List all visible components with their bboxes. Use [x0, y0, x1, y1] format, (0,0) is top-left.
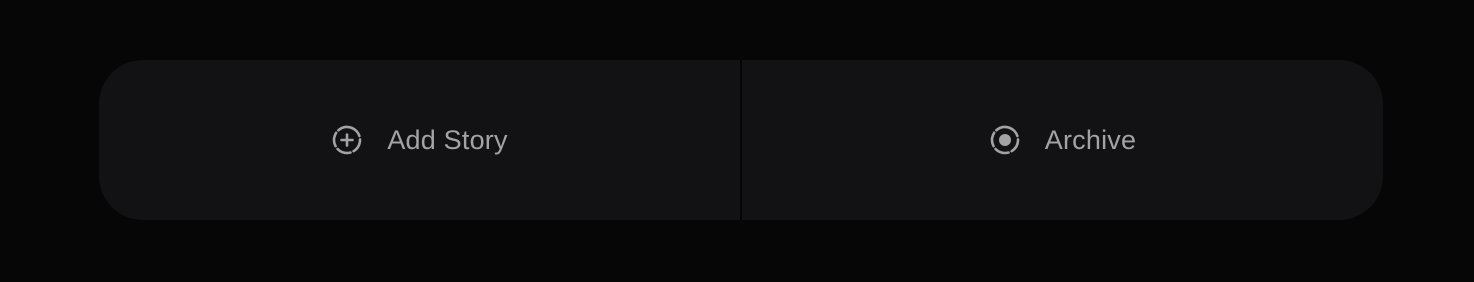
add-story-label: Add Story: [387, 124, 508, 155]
add-circle-dashed-icon: [331, 124, 363, 156]
add-story-content: Add Story: [331, 124, 507, 156]
archive-circle-dashed-icon: [989, 124, 1021, 156]
archive-content: Archive: [989, 124, 1136, 156]
story-actions-bar: Add Story Archive: [99, 60, 1383, 220]
add-story-button[interactable]: Add Story: [99, 60, 740, 220]
archive-label: Archive: [1044, 124, 1137, 155]
archive-button[interactable]: Archive: [742, 60, 1383, 220]
